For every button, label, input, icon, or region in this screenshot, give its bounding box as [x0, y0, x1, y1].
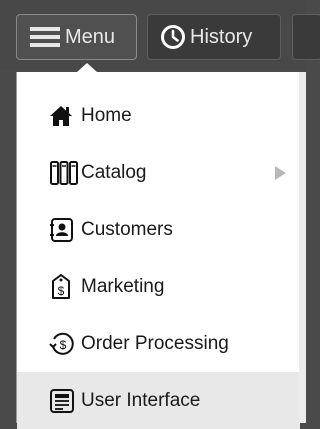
customers-icon — [49, 215, 79, 245]
background-strip — [299, 72, 306, 423]
menu-button[interactable]: Menu — [16, 14, 137, 60]
clock-icon — [160, 24, 186, 50]
menu-item-customers[interactable]: Customers — [17, 201, 300, 258]
menu-item-label: User Interface — [81, 389, 201, 411]
menu-item-label: Marketing — [81, 275, 165, 297]
history-button-label: History — [190, 25, 253, 48]
menu-button-label: Menu — [65, 25, 116, 48]
main-menu-dropdown: Home Catalog Customers $ Marketing $ Ord… — [16, 72, 300, 429]
toolbar-button-partial[interactable] — [292, 14, 320, 60]
history-button[interactable]: History — [147, 14, 281, 60]
menu-item-home[interactable]: Home — [17, 87, 300, 144]
top-toolbar: Menu History — [0, 0, 320, 70]
menu-item-label: Customers — [81, 218, 173, 240]
dropdown-pointer — [77, 63, 97, 72]
menu-item-user-interface[interactable]: User Interface — [17, 372, 300, 429]
marketing-icon: $ — [49, 272, 79, 302]
home-icon — [49, 101, 79, 131]
svg-text:$: $ — [60, 338, 67, 352]
menu-item-order-processing[interactable]: $ Order Processing — [17, 315, 300, 372]
catalog-icon — [49, 158, 79, 188]
hamburger-icon — [29, 25, 61, 49]
submenu-arrow-icon — [275, 165, 286, 180]
menu-item-label: Home — [81, 104, 132, 126]
menu-item-marketing[interactable]: $ Marketing — [17, 258, 300, 315]
menu-item-catalog[interactable]: Catalog — [17, 144, 300, 201]
order-processing-icon: $ — [49, 329, 79, 359]
menu-item-label: Order Processing — [81, 332, 229, 354]
menu-item-label: Catalog — [81, 161, 147, 183]
user-interface-icon — [49, 386, 79, 416]
svg-text:$: $ — [58, 284, 65, 298]
